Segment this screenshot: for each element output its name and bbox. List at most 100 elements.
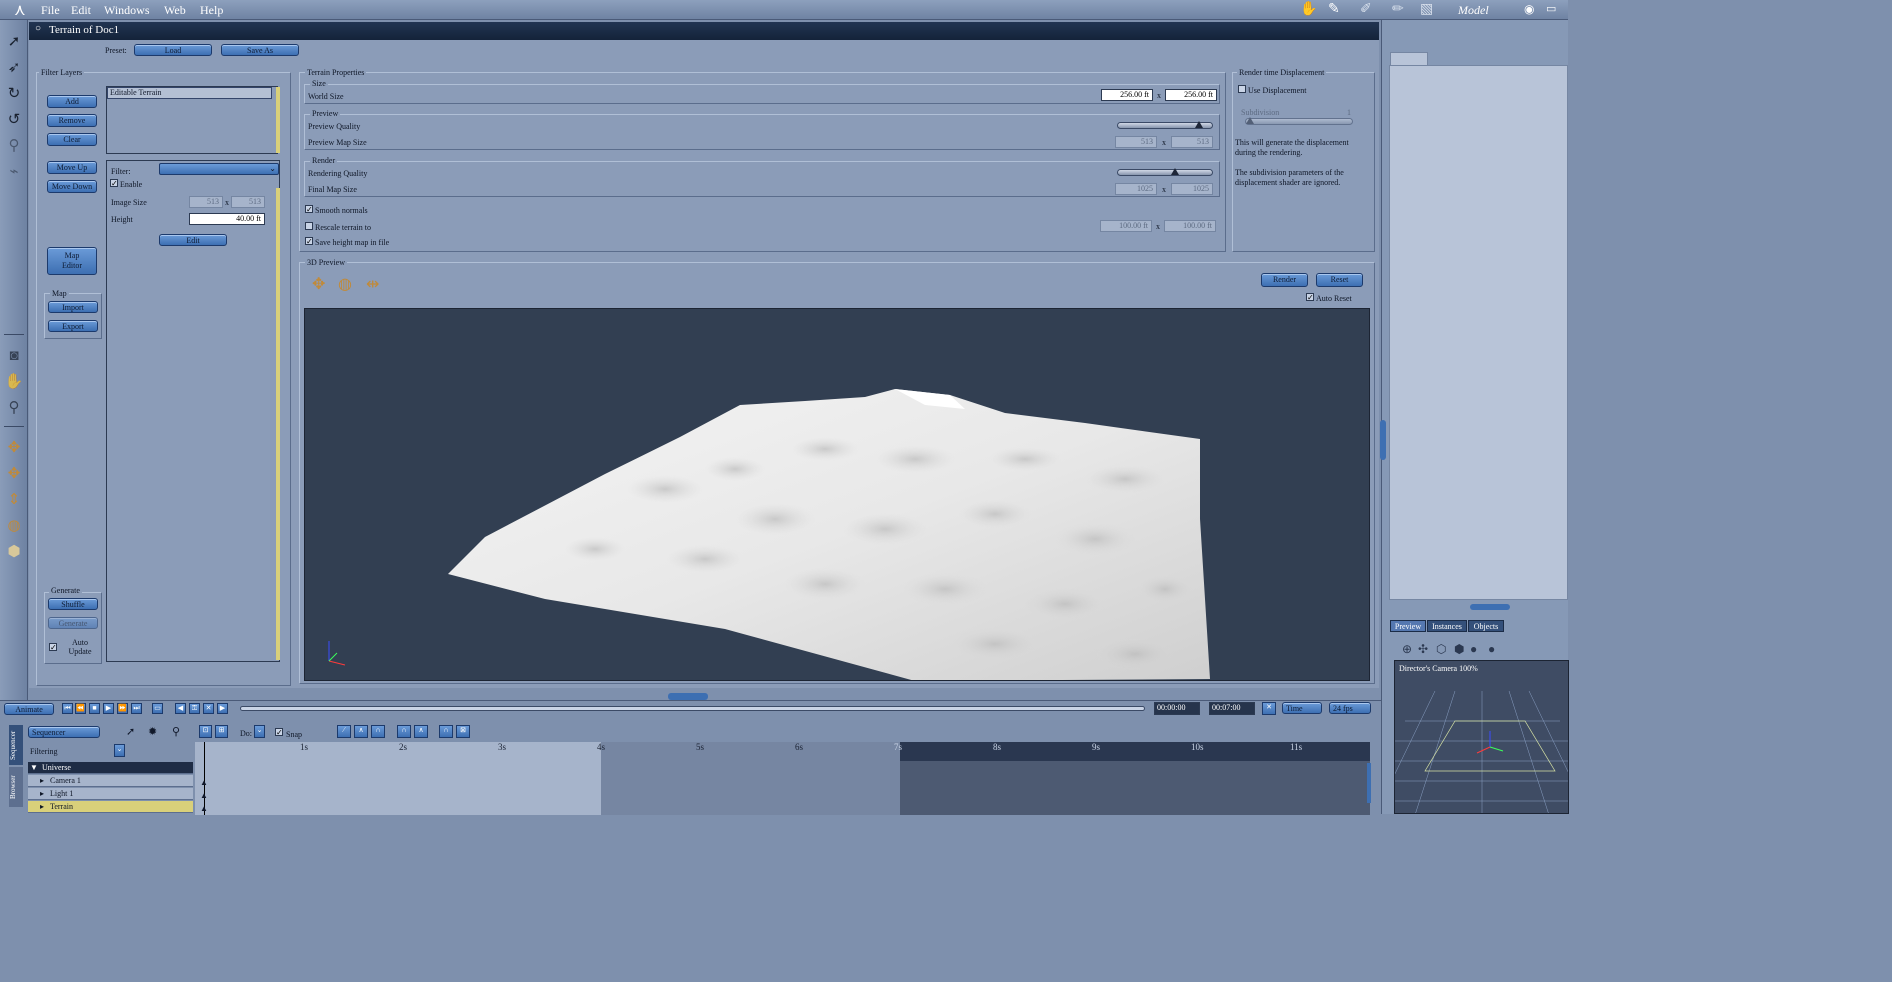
close-x-icon[interactable]: ✕ [1262,702,1276,715]
sun-tool-icon[interactable]: ✹ [148,725,157,738]
subdivision-slider[interactable] [1245,117,1353,125]
room-icon-3[interactable]: ✐ [1360,1,1372,18]
preview-nav-icon-5[interactable]: ● [1470,642,1477,657]
final-map-height-field[interactable]: 1025 [1171,183,1213,195]
right-top-tab[interactable] [1390,52,1428,66]
filter-scrollbar[interactable] [276,188,280,660]
select-arrow-icon[interactable]: ➚ [4,32,24,52]
do-dropdown[interactable]: ⌄ [254,725,265,738]
stop-icon[interactable]: ■ [89,703,100,714]
curve-icon-1[interactable]: ⁄ [337,725,351,738]
fps-dropdown[interactable]: 24 fps [1329,702,1371,714]
next-frame-icon[interactable]: ⏩ [117,703,128,714]
curve-icon-6[interactable]: ∩ [439,725,453,738]
curve-icon-2[interactable]: ∧ [354,725,368,738]
import-button[interactable]: Import [48,301,98,313]
load-button[interactable]: Load [134,44,212,56]
move-xy-icon[interactable]: ✥ [4,438,24,458]
pan-hand-icon[interactable]: ✋ [4,372,24,392]
save-height-map-checkbox[interactable]: ✓ [305,237,313,246]
animate-button[interactable]: Animate [4,703,54,715]
close-dot-icon[interactable]: ○ [35,23,41,34]
move-down-button[interactable]: Move Down [47,180,97,193]
move-y-icon[interactable]: ⇕ [4,490,24,510]
preview-quality-slider[interactable] [1117,121,1213,129]
zoom-tool-icon[interactable]: ⚲ [172,725,180,738]
layer-item-editable-terrain[interactable]: Editable Terrain [107,87,272,99]
browser-side-tab[interactable]: Browser [9,767,23,807]
go-end-icon[interactable]: ⏭ [131,703,142,714]
expand-icon[interactable]: ▼ [30,762,38,774]
add-button[interactable]: Add [47,95,97,108]
rendering-quality-knob[interactable] [1170,168,1179,175]
track-terrain[interactable]: ▸ Terrain [28,801,193,813]
snap-checkbox[interactable]: ✓ [275,728,283,737]
room-icon-2[interactable]: ✎ [1328,1,1340,18]
fit-icon-2[interactable]: ⊞ [215,725,228,738]
tab-objects[interactable]: Objects [1468,620,1504,632]
rescale-width-field[interactable]: 100.00 ft [1100,220,1152,232]
box-icon[interactable]: ⬢ [4,542,24,562]
rendering-quality-slider[interactable] [1117,168,1213,176]
subdivision-knob[interactable] [1246,117,1254,124]
move-view-icon[interactable]: ✥ [312,274,325,294]
keyframe-icon[interactable]: ▲ [200,791,208,800]
panel-top-splitter[interactable] [668,693,708,700]
terrain-viewport[interactable] [304,308,1370,681]
loop-icon[interactable]: ▭ [152,703,163,714]
smooth-normals-checkbox[interactable]: ✓ [305,205,313,214]
zoom-icon[interactable]: ⚲ [4,398,24,418]
menu-web[interactable]: Web [164,3,186,18]
menu-help[interactable]: Help [200,3,223,18]
world-height-field[interactable]: 256.00 ft [1165,89,1217,101]
curve-icon-3[interactable]: ∩ [371,725,385,738]
end-time-field[interactable]: 00:07:00 [1209,702,1255,715]
keyframe-icon[interactable]: ▲ [200,778,208,787]
prev-key-icon[interactable]: ◀ [175,703,186,714]
delete-key-icon[interactable]: ✕ [203,703,214,714]
enable-checkbox[interactable]: ✓ [110,179,118,188]
sequencer-side-tab[interactable]: Sequencer [9,725,23,765]
panel-splitter[interactable] [1470,604,1510,610]
room-icon-1[interactable]: ✋ [1300,1,1317,18]
camera-preview[interactable]: Director's Camera 100% [1394,660,1569,814]
curve-icon-4[interactable]: ∩ [397,725,411,738]
preview-map-width-field[interactable]: 513 [1115,136,1157,148]
rescale-height-field[interactable]: 100.00 ft [1164,220,1216,232]
trackball-icon[interactable]: ◍ [4,516,24,536]
collapse-icon[interactable]: ▸ [40,775,44,787]
select-parts-icon[interactable]: ➶ [4,58,24,78]
room-icon-5[interactable]: ▧ [1420,1,1433,18]
generate-button[interactable]: Generate [48,617,98,629]
preview-nav-icon-4[interactable]: ⬢ [1454,642,1464,657]
world-width-field[interactable]: 256.00 ft [1101,89,1153,101]
shuffle-button[interactable]: Shuffle [48,598,98,610]
remove-button[interactable]: Remove [47,114,97,127]
rotate-view-icon[interactable]: ◍ [338,274,352,294]
sequencer-dropdown[interactable]: Sequencer [28,726,100,738]
filtering-dropdown[interactable]: ⌄ [114,744,125,757]
track-universe[interactable]: ▼ Universe [28,762,193,774]
menu-file[interactable]: File [41,3,60,18]
room-icon-4[interactable]: ✏ [1392,1,1404,18]
menu-windows[interactable]: Windows [104,3,150,18]
collapse-icon[interactable]: ▸ [40,801,44,813]
twist-icon[interactable]: ↺ [4,110,24,130]
curve-icon-7[interactable]: ⊠ [456,725,470,738]
clear-button[interactable]: Clear [47,133,97,146]
menu-edit[interactable]: Edit [71,3,91,18]
tab-preview[interactable]: Preview [1390,620,1426,632]
rescale-terrain-checkbox[interactable] [305,222,313,230]
move-xz-icon[interactable]: ✥ [4,464,24,484]
move-up-button[interactable]: Move Up [47,161,97,174]
rotate-icon[interactable]: ↻ [4,84,24,104]
preview-quality-knob[interactable] [1195,121,1204,128]
final-map-width-field[interactable]: 1025 [1115,183,1157,195]
filter-dropdown[interactable]: ⌄ [159,163,279,175]
layer-list-scrollbar[interactable] [276,87,280,153]
tab-instances[interactable]: Instances [1427,620,1467,632]
window-restore-icon[interactable]: ▭ [1546,2,1556,15]
time-mode-dropdown[interactable]: Time [1282,702,1322,714]
export-button[interactable]: Export [48,320,98,332]
pointer-tool-icon[interactable]: ➚ [126,725,135,738]
